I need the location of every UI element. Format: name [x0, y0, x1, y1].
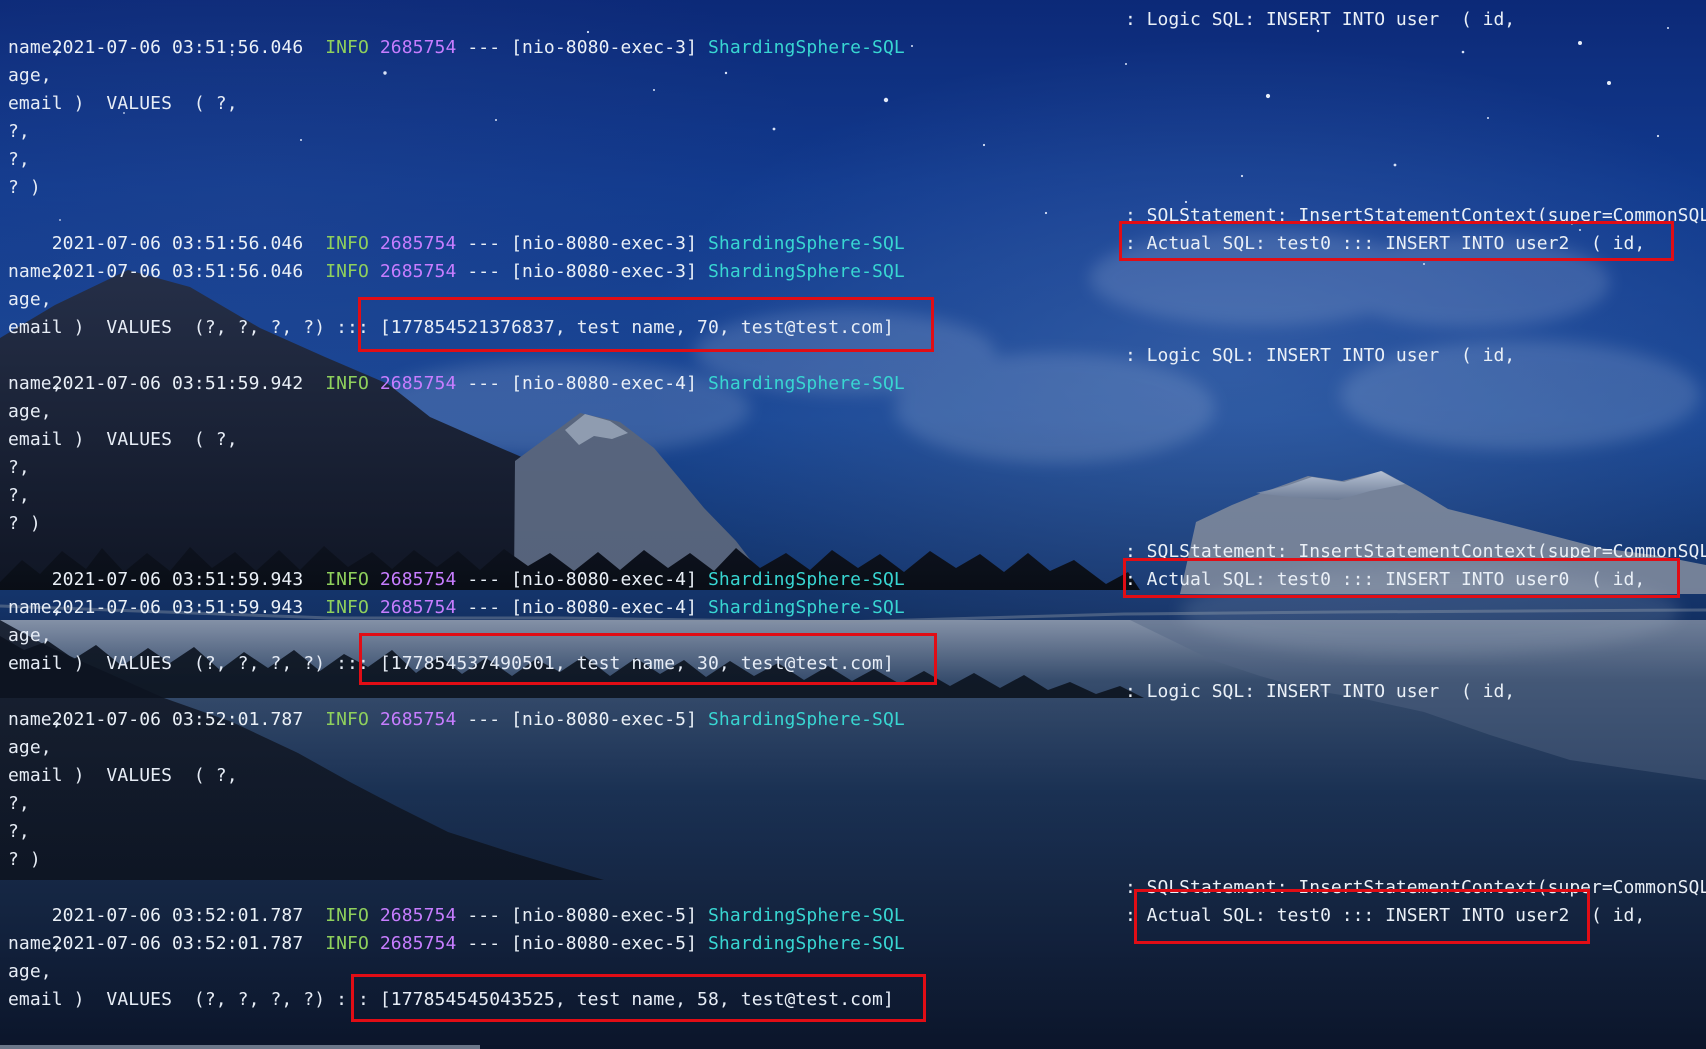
thread-name: [nio-8080-exec-3]	[511, 37, 698, 58]
log-message-4: : Logic SQL: INSERT INTO user ( id,	[1125, 345, 1516, 366]
process-id: 2685754	[379, 597, 457, 618]
continuation-line: age,	[8, 737, 52, 758]
thread-name: [nio-8080-exec-4]	[511, 373, 698, 394]
logger-name: ShardingSphere-SQL	[708, 933, 905, 954]
thread-name: [nio-8080-exec-3]	[511, 261, 698, 282]
log-level: INFO	[325, 37, 369, 58]
separator: ---	[467, 933, 501, 954]
continuation-line: name,	[8, 709, 63, 730]
thread-name: [nio-8080-exec-5]	[511, 709, 698, 730]
separator: ---	[467, 709, 501, 730]
log-line-5: 2021-07-06 03:51:59.943 INFO 2685754 ---…	[8, 538, 905, 590]
continuation-line: email ) VALUES ( ?,	[8, 765, 238, 786]
log-level: INFO	[325, 933, 369, 954]
log-line-1: 2021-07-06 03:51:56.046 INFO 2685754 ---…	[8, 6, 905, 58]
process-id: 2685754	[379, 933, 457, 954]
continuation-line: name,	[8, 933, 63, 954]
log-message-7: : Logic SQL: INSERT INTO user ( id,	[1125, 681, 1516, 702]
process-id: 2685754	[379, 37, 457, 58]
log-message-1: : Logic SQL: INSERT INTO user ( id,	[1125, 9, 1516, 30]
continuation-line: age,	[8, 401, 52, 422]
continuation-line: email ) VALUES ( ?,	[8, 429, 238, 450]
log-message-5: : SQLStatement: InsertStatementContext(s…	[1125, 541, 1706, 562]
timestamp: 2021-07-06 03:51:59.942	[51, 373, 304, 394]
timestamp: 2021-07-06 03:52:01.787	[51, 709, 304, 730]
continuation-line: email ) VALUES (?, ?, ?, ?) ::: [1778545…	[8, 317, 894, 338]
log-message-2: : SQLStatement: InsertStatementContext(s…	[1125, 205, 1706, 226]
log-line-7: 2021-07-06 03:52:01.787 INFO 2685754 ---…	[8, 678, 905, 730]
continuation-line: ?,	[8, 793, 30, 814]
continuation-line: ?,	[8, 485, 30, 506]
timestamp: 2021-07-06 03:51:56.046	[51, 37, 304, 58]
log-message-9: : Actual SQL: test0 ::: INSERT INTO user…	[1125, 905, 1646, 926]
continuation-line: age,	[8, 625, 52, 646]
logger-name: ShardingSphere-SQL	[708, 597, 905, 618]
log-message-3: : Actual SQL: test0 ::: INSERT INTO user…	[1125, 233, 1646, 254]
continuation-line: email ) VALUES (?, ?, ?, ?) ::: [1778545…	[8, 989, 894, 1010]
logger-name: ShardingSphere-SQL	[708, 373, 905, 394]
thread-name: [nio-8080-exec-4]	[511, 597, 698, 618]
log-level: INFO	[325, 597, 369, 618]
continuation-line: email ) VALUES (?, ?, ?, ?) ::: [1778545…	[8, 653, 894, 674]
continuation-line: name,	[8, 261, 63, 282]
thread-name: [nio-8080-exec-5]	[511, 933, 698, 954]
logger-name: ShardingSphere-SQL	[708, 709, 905, 730]
continuation-line: age,	[8, 961, 52, 982]
log-line-4: 2021-07-06 03:51:59.942 INFO 2685754 ---…	[8, 342, 905, 394]
separator: ---	[467, 37, 501, 58]
process-id: 2685754	[379, 373, 457, 394]
separator: ---	[467, 261, 501, 282]
process-id: 2685754	[379, 261, 457, 282]
continuation-line: age,	[8, 65, 52, 86]
continuation-line: name,	[8, 373, 63, 394]
continuation-line: email ) VALUES ( ?,	[8, 93, 238, 114]
continuation-line: ? )	[8, 513, 41, 534]
continuation-line: ? )	[8, 177, 41, 198]
separator: ---	[467, 597, 501, 618]
continuation-line: ?,	[8, 121, 30, 142]
log-level: INFO	[325, 709, 369, 730]
timestamp: 2021-07-06 03:52:01.787	[51, 933, 304, 954]
log-line-6: 2021-07-06 03:51:59.943 INFO 2685754 ---…	[8, 566, 905, 618]
continuation-line: name,	[8, 597, 63, 618]
timestamp: 2021-07-06 03:51:56.046	[51, 261, 304, 282]
log-line-9: 2021-07-06 03:52:01.787 INFO 2685754 ---…	[8, 902, 905, 954]
log-line-2: 2021-07-06 03:51:56.046 INFO 2685754 ---…	[8, 202, 905, 254]
horizontal-scrollbar[interactable]	[0, 1045, 480, 1049]
logger-name: ShardingSphere-SQL	[708, 261, 905, 282]
log-message-8: : SQLStatement: InsertStatementContext(s…	[1125, 877, 1706, 898]
terminal-window[interactable]: 2021-07-06 03:51:56.046 INFO 2685754 ---…	[8, 3, 1706, 1043]
log-line-8: 2021-07-06 03:52:01.787 INFO 2685754 ---…	[8, 874, 905, 926]
log-message-6: : Actual SQL: test0 ::: INSERT INTO user…	[1125, 569, 1646, 590]
continuation-line: ?,	[8, 821, 30, 842]
continuation-line: name,	[8, 37, 63, 58]
continuation-line: ? )	[8, 849, 41, 870]
logger-name: ShardingSphere-SQL	[708, 37, 905, 58]
process-id: 2685754	[379, 709, 457, 730]
log-level: INFO	[325, 373, 369, 394]
continuation-line: ?,	[8, 457, 30, 478]
separator: ---	[467, 373, 501, 394]
log-level: INFO	[325, 261, 369, 282]
continuation-line: ?,	[8, 149, 30, 170]
log-line-3: 2021-07-06 03:51:56.046 INFO 2685754 ---…	[8, 230, 905, 282]
timestamp: 2021-07-06 03:51:59.943	[51, 597, 304, 618]
continuation-line: age,	[8, 289, 52, 310]
